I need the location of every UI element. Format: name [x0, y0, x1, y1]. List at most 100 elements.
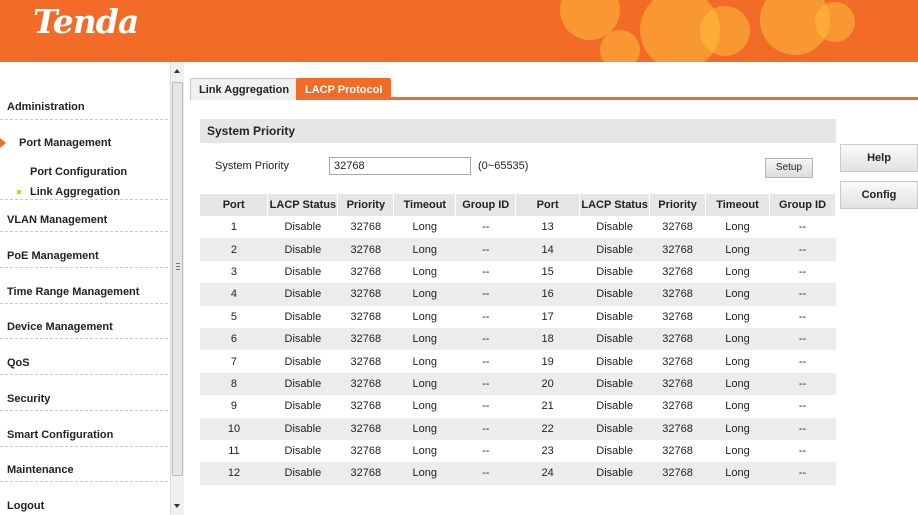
table-cell: Long: [412, 310, 438, 323]
table-cell: Disable: [284, 221, 322, 234]
tab-lacp-protocol[interactable]: LACP Protocol: [296, 78, 392, 100]
top-header: Tenda: [0, 0, 918, 62]
table-cell: Long: [705, 462, 770, 485]
table-cell: Long: [725, 355, 750, 368]
table-cell: 16: [515, 283, 580, 306]
table-cell: 32768: [350, 221, 382, 234]
table-cell: Long: [705, 372, 770, 396]
column-header: Timeout: [705, 194, 770, 216]
table-cell: 8: [200, 372, 268, 396]
column-header: Priority: [649, 194, 707, 216]
table-cell: --: [482, 221, 490, 234]
table-cell: 21: [541, 400, 554, 413]
table-cell: 32768: [649, 238, 706, 261]
table-cell: 32768: [649, 417, 706, 440]
sidebar-scrollbar[interactable]: [170, 62, 184, 515]
table-cell: 3: [230, 265, 238, 278]
table-cell: --: [482, 310, 490, 323]
table-row: 5 Disable 32768 Long -- 17 Disable 32768 Long --: [200, 306, 836, 328]
table-cell: Long: [725, 310, 750, 323]
column-header: Priority: [337, 194, 395, 216]
table-cell: --: [769, 462, 836, 485]
table-cell: 4: [200, 283, 268, 306]
table-cell: Disable: [267, 238, 338, 261]
table-cell: 18: [515, 327, 580, 351]
table-cell: --: [769, 238, 836, 261]
table-header-row: Port LACP Status Priority Timeout Group …: [200, 194, 836, 216]
lacp-port-table: Port LACP Status Priority Timeout Group …: [200, 194, 836, 485]
table-cell: 5: [230, 310, 238, 323]
table-cell: 9: [230, 400, 238, 413]
setup-button[interactable]: Setup: [765, 158, 813, 178]
divider: [0, 435, 168, 447]
table-cell: 32768: [337, 327, 394, 351]
table-cell: Disable: [596, 445, 633, 458]
section-header: System Priority: [200, 119, 836, 143]
column-header: Port: [515, 194, 581, 216]
table-cell: Disable: [596, 310, 633, 323]
system-priority-input[interactable]: [329, 157, 471, 175]
table-row: 2 Disable 32768 Long -- 14 Disable 32768 Long --: [200, 238, 836, 261]
table-cell: --: [798, 265, 807, 278]
table-cell: 17: [541, 310, 554, 323]
table-cell: --: [455, 372, 516, 396]
table-cell: 23: [541, 445, 554, 458]
table-cell: 32768: [649, 462, 706, 485]
scroll-down-arrow-icon[interactable]: [174, 504, 180, 508]
sidebar-item-label: Administration: [7, 101, 85, 113]
table-cell: 32768: [350, 445, 382, 458]
scroll-up-arrow-icon[interactable]: [174, 69, 180, 73]
table-cell: --: [482, 400, 490, 413]
table-cell: 32768: [350, 265, 382, 278]
table-cell: --: [455, 462, 516, 485]
table-cell: Long: [393, 372, 456, 396]
table-cell: --: [798, 355, 807, 368]
table-cell: 32768: [649, 327, 706, 351]
table-cell: Disable: [579, 462, 650, 485]
table-cell: 20: [515, 372, 580, 396]
decor-bubble: [815, 2, 855, 42]
column-header: Group ID: [769, 194, 836, 216]
table-cell: Disable: [596, 221, 633, 234]
column-header: LACP Status: [579, 194, 651, 216]
sidebar-item-port-management[interactable]: Port Management: [19, 137, 111, 149]
table-cell: --: [798, 310, 807, 323]
sidebar-subitem-port-configuration[interactable]: Port Configuration: [30, 166, 127, 178]
table-cell: Long: [412, 445, 438, 458]
table-cell: 1: [230, 221, 238, 234]
table-cell: 32768: [649, 283, 706, 306]
table-cell: 15: [541, 265, 554, 278]
table-cell: 32768: [662, 445, 693, 458]
divider: [0, 363, 168, 375]
table-cell: 32768: [662, 355, 693, 368]
table-cell: Long: [393, 417, 456, 440]
tab-link-aggregation[interactable]: Link Aggregation: [190, 78, 299, 100]
table-cell: Disable: [284, 265, 322, 278]
table-cell: 32768: [350, 310, 382, 323]
divider: [0, 327, 168, 339]
table-cell: --: [455, 417, 516, 440]
table-cell: 10: [200, 417, 268, 440]
table-cell: Disable: [267, 327, 338, 351]
help-button[interactable]: Help: [840, 144, 918, 172]
config-button[interactable]: Config: [840, 181, 918, 209]
table-row: 6 Disable 32768 Long -- 18 Disable 32768 Long --: [200, 327, 836, 351]
table-cell: Disable: [579, 372, 650, 396]
sidebar-item-logout[interactable]: Logout: [7, 500, 44, 512]
table-cell: Long: [412, 355, 438, 368]
expanded-arrow-icon: [0, 138, 6, 148]
decor-bubble: [600, 30, 640, 62]
sidebar-item-administration[interactable]: Administration: [0, 80, 168, 120]
scrollbar-thumb[interactable]: [172, 82, 183, 476]
table-cell: Disable: [579, 283, 650, 306]
table-cell: 32768: [337, 372, 394, 396]
grip-line: [176, 266, 180, 267]
table-cell: Long: [725, 221, 750, 234]
table-cell: 22: [515, 417, 580, 440]
table-cell: Disable: [596, 265, 633, 278]
table-cell: Long: [725, 265, 750, 278]
table-cell: 7: [230, 355, 238, 368]
table-cell: Long: [393, 327, 456, 351]
table-cell: Long: [393, 238, 456, 261]
table-row: 4 Disable 32768 Long -- 16 Disable 32768 Long --: [200, 283, 836, 306]
